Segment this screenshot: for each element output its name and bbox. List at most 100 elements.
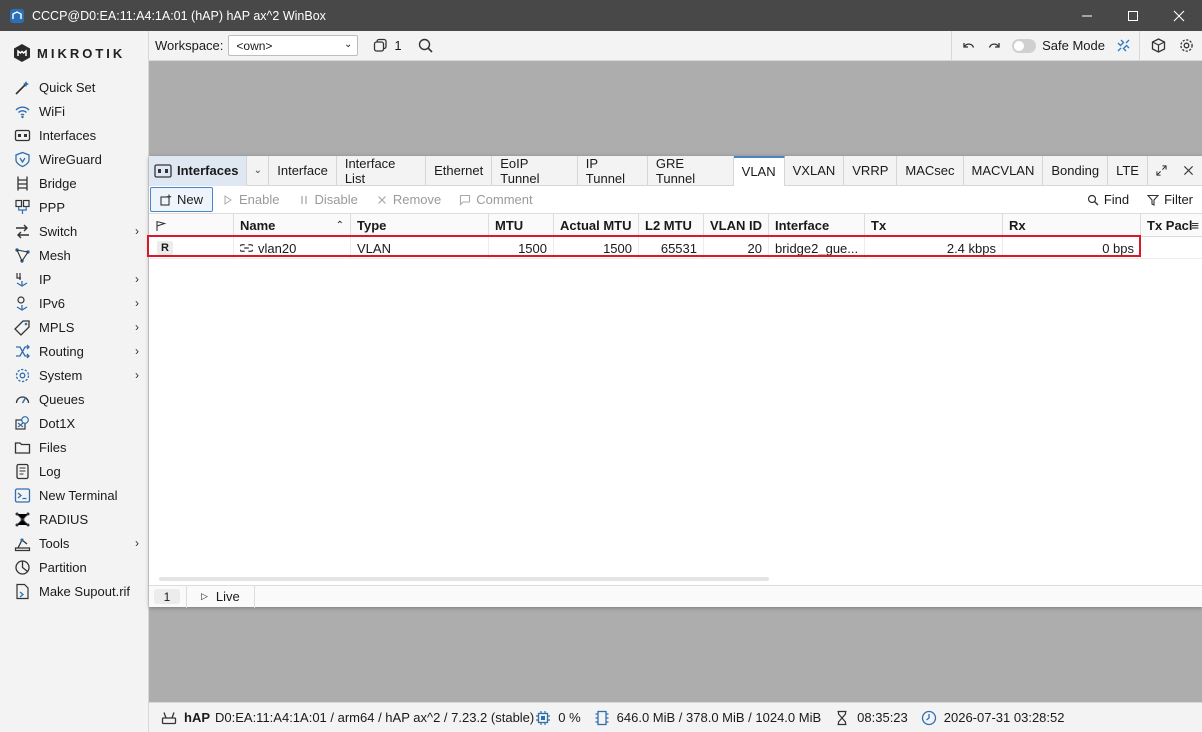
sidebar-item-system[interactable]: System › [0,363,148,387]
tab-interface-list[interactable]: Interface List [337,155,427,186]
tab-eoip-tunnel[interactable]: EoIP Tunnel [492,155,578,186]
minimize-icon [1082,15,1092,16]
row-vlan-id: 20 [704,237,769,259]
column-tx-packets[interactable]: Tx Pacl ≡ [1141,214,1202,237]
column-flags[interactable] [149,214,234,237]
table-row[interactable]: R vlan20 VLAN 1500 1500 65531 20 bridge2… [147,235,1202,259]
windows-button[interactable] [370,36,390,56]
tab-gre-tunnel[interactable]: GRE Tunnel [648,155,734,186]
disable-button[interactable]: Disable [289,187,367,212]
sidebar-item-queues[interactable]: Queues [0,387,148,411]
sidebar-item-label: Queues [39,391,85,407]
chevron-down-icon: ⌄ [344,39,353,50]
sidebar-item-label: PPP [39,199,66,215]
row-actual-mtu: 1500 [554,237,639,259]
remove-button[interactable]: Remove [367,187,450,212]
filter-label: Filter [1164,192,1193,207]
tab-macvlan[interactable]: MACVLAN [964,155,1044,186]
sidebar-item-label: MPLS [39,319,75,335]
uptime: 08:35:23 [857,710,908,725]
dot1x-icon [13,414,31,432]
mikrotik-logo: MIKROTIK [0,31,148,75]
workspace-label: Workspace: [155,38,224,53]
sidebar-item-label: WireGuard [39,151,102,167]
column-mtu[interactable]: MTU [489,214,554,237]
close-window-button[interactable] [1175,156,1202,186]
new-button[interactable]: New [150,187,214,212]
close-icon [1173,10,1185,21]
redo-button[interactable] [984,36,1004,56]
column-interface[interactable]: Interface [769,214,865,237]
tab-ethernet[interactable]: Ethernet [426,155,493,186]
close-button[interactable] [1156,0,1202,31]
mpls-icon [13,318,31,336]
tab-vlan[interactable]: VLAN [733,155,785,186]
tab-interface[interactable]: Interface [269,155,337,186]
undo-icon [962,43,974,48]
safe-mode-status[interactable] [1113,36,1133,56]
tab-ip-tunnel[interactable]: IP Tunnel [578,155,648,186]
sidebar-item-label: Mesh [39,247,71,263]
sidebar-item-label: Make Supout.rif [39,583,131,599]
sidebar-item-bridge[interactable]: Bridge [0,171,148,195]
sidebar-item-log[interactable]: Log [0,459,148,483]
undo-button[interactable] [958,36,978,56]
sidebar-item-partition[interactable]: Partition [0,555,148,579]
safe-mode-toggle[interactable] [1012,38,1037,53]
sidebar-item-ppp[interactable]: PPP [0,195,148,219]
terminal-icon [13,486,31,504]
column-rx[interactable]: Rx [1003,214,1141,237]
device-details: D0:EA:11:A4:1A:01 / arm64 / hAP ax^2 / 7… [215,710,535,725]
sidebar-item-interfaces[interactable]: Interfaces [0,123,148,147]
tabs-dropdown-button[interactable]: ⌄ [247,155,270,186]
sidebar-item-mesh[interactable]: Mesh [0,243,148,267]
sidebar-item-ip[interactable]: IP › [0,267,148,291]
comment-label: Comment [476,192,533,207]
enable-button[interactable]: Enable [213,187,288,212]
sidebar-item-label: Routing [39,343,84,359]
detach-window-button[interactable] [1148,156,1175,186]
enable-label: Enable [239,192,280,207]
hourglass-icon [833,709,851,727]
filter-button[interactable]: Filter [1138,187,1202,212]
row-name: vlan20 [234,237,351,259]
sidebar-item-wireguard[interactable]: WireGuard [0,147,148,171]
tab-vxlan[interactable]: VXLAN [785,155,845,186]
tab-lte[interactable]: LTE [1108,155,1148,186]
column-actual-mtu[interactable]: Actual MTU [554,214,639,237]
sidebar-item-switch[interactable]: Switch › [0,219,148,243]
tab-macsec[interactable]: MACsec [897,155,964,186]
title-bar: CCCP@D0:EA:11:A4:1A:01 (hAP) hAP ax^2 Wi… [0,0,1202,31]
sidebar-item-dot1x[interactable]: Dot1X [0,411,148,435]
sidebar-item-make-supout-rif[interactable]: Make Supout.rif [0,579,148,603]
sidebar-item-tools[interactable]: Tools › [0,531,148,555]
column-name[interactable]: Name ⌃ [234,214,351,237]
sidebar-item-wifi[interactable]: WiFi [0,99,148,123]
remove-label: Remove [392,192,442,207]
sidebar-item-radius[interactable]: RADIUS [0,507,148,531]
package-button[interactable] [1148,36,1168,56]
column-tx[interactable]: Tx [865,214,1003,237]
sidebar-item-mpls[interactable]: MPLS › [0,315,148,339]
tab-bonding[interactable]: Bonding [1043,155,1109,186]
comment-button[interactable]: Comment [450,187,541,212]
column-type[interactable]: Type [351,214,489,237]
minimize-button[interactable] [1064,0,1110,31]
maximize-button[interactable] [1110,0,1156,31]
horizontal-scrollbar[interactable] [159,577,769,581]
queues-icon [13,390,31,408]
find-button[interactable]: Find [1078,187,1138,212]
sidebar-item-quick-set[interactable]: Quick Set [0,75,148,99]
sidebar-item-files[interactable]: Files [0,435,148,459]
gear-icon [1179,39,1193,52]
sidebar-item-new-terminal[interactable]: New Terminal [0,483,148,507]
sidebar-item-routing[interactable]: Routing › [0,339,148,363]
tab-vrrp[interactable]: VRRP [844,155,898,186]
column-vlan-id[interactable]: VLAN ID [704,214,769,237]
search-button[interactable] [416,36,436,56]
sidebar-item-ipv6[interactable]: IPv6 › [0,291,148,315]
live-button[interactable]: ▷ Live [201,589,240,604]
column-l2-mtu[interactable]: L2 MTU [639,214,704,237]
workspace-select[interactable]: <own> ⌄ [228,35,359,56]
settings-button[interactable] [1176,36,1196,56]
